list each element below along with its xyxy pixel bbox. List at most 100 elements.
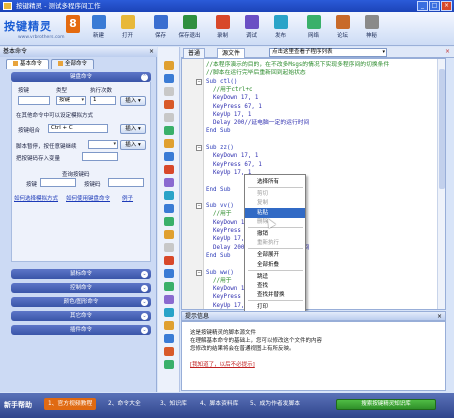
code-line[interactable]: KeyUp 17, 1: [182, 111, 445, 119]
tab-source-view[interactable]: 源文件: [217, 48, 246, 58]
scrollbar-thumb[interactable]: [439, 69, 445, 189]
code-line[interactable]: − Sub ww(): [182, 269, 445, 277]
code-line[interactable]: End Sub: [182, 186, 445, 194]
key-input[interactable]: [18, 96, 50, 105]
tool-icon-1[interactable]: [164, 74, 174, 83]
tool-icon-15[interactable]: [164, 256, 174, 265]
code-line[interactable]: KeyPress 67, 1: [182, 227, 445, 235]
knowledge-search-button[interactable]: 搜索按键精灵知识库: [336, 399, 436, 410]
tool-icon-5[interactable]: [164, 126, 174, 135]
tool-icon-22[interactable]: [164, 347, 174, 356]
tool-icon-23[interactable]: [164, 360, 174, 369]
tool-icon-8[interactable]: [164, 165, 174, 174]
tool-icon-10[interactable]: [164, 191, 174, 200]
code-line[interactable]: − Sub zz(): [182, 144, 445, 152]
tool-icon-18[interactable]: [164, 295, 174, 304]
tab-all-commands[interactable]: 全部命令: [51, 59, 95, 69]
tool-icon-11[interactable]: [164, 204, 174, 213]
code-line[interactable]: KeyDown 17, 1: [182, 219, 445, 227]
code-line[interactable]: KeyPress 67, 1: [182, 103, 445, 111]
toolbar-button-5[interactable]: 调试: [237, 14, 266, 44]
footer-tab-2[interactable]: 3、知识库: [156, 398, 191, 410]
code-line[interactable]: KeyUp 17, 1: [182, 169, 445, 177]
context-menu-item[interactable]: 查找并替换: [245, 290, 305, 300]
minimize-button[interactable]: _: [417, 1, 428, 11]
code-line[interactable]: KeyDown 17, 1: [182, 94, 445, 102]
code-line[interactable]: End Sub: [182, 252, 445, 260]
link-example[interactable]: 例子: [122, 194, 133, 202]
code-line[interactable]: − Sub ctl(): [182, 78, 445, 86]
code-line[interactable]: KeyUp 17, 1: [182, 302, 445, 309]
code-line[interactable]: Delay 200//延电脑一定的运行时间: [182, 119, 445, 127]
code-line[interactable]: //本程序演示的目的，在不改多Msgs的情况下实现多程序间的切换条件: [182, 61, 445, 69]
tool-icon-13[interactable]: [164, 230, 174, 239]
code-line[interactable]: KeyUp 17, 1: [182, 235, 445, 243]
insert-pause-button[interactable]: 插入 ▾: [120, 140, 146, 150]
code-line[interactable]: //用于ctrl+c: [182, 86, 445, 94]
code-line[interactable]: [182, 194, 445, 202]
footer-tab-3[interactable]: 4、脚本资料库: [196, 398, 242, 410]
editor-scrollbar[interactable]: [437, 59, 445, 309]
dismiss-hint-link[interactable]: [我知道了，以后不必提示]: [190, 360, 255, 368]
pause-key-select[interactable]: [88, 140, 118, 149]
insert-key-button[interactable]: 插入 ▾: [120, 96, 146, 106]
toolbar-button-0[interactable]: 新建: [84, 14, 113, 44]
query-key-input[interactable]: [40, 178, 76, 187]
subroutine-list-select[interactable]: 点击这里查看子程序列表: [269, 48, 387, 57]
key-variable-input[interactable]: [82, 152, 118, 161]
close-icon[interactable]: ×: [149, 47, 154, 57]
tab-normal-view[interactable]: 普通: [183, 48, 206, 58]
repeat-count-input[interactable]: 1: [90, 96, 116, 105]
code-line[interactable]: KeyPress 67, 1: [182, 161, 445, 169]
tool-icon-2[interactable]: [164, 87, 174, 96]
link-keyboard-help[interactable]: 如何使用键盘命令: [66, 194, 110, 202]
keyboard-commands-header[interactable]: 键盘命令 ⌃: [11, 72, 151, 82]
code-line[interactable]: [182, 177, 445, 185]
fold-toggle-icon[interactable]: −: [196, 78, 202, 85]
toolbar-button-1[interactable]: 打开: [113, 14, 142, 44]
tool-icon-4[interactable]: [164, 113, 174, 122]
fold-toggle-icon[interactable]: −: [196, 145, 202, 151]
context-menu-item[interactable]: 全部折叠: [245, 260, 305, 270]
footer-tab-4[interactable]: 5、成为作者发脚本: [246, 398, 304, 410]
tool-icon-9[interactable]: [164, 178, 174, 187]
toolbar-button-6[interactable]: 发布: [266, 14, 295, 44]
toolbar-button-2[interactable]: 保存: [146, 14, 175, 44]
fold-toggle-icon[interactable]: −: [196, 269, 202, 276]
tool-icon-21[interactable]: [164, 334, 174, 343]
key-type-select[interactable]: 按键: [56, 96, 86, 105]
code-line[interactable]: End Sub: [182, 127, 445, 135]
tool-icon-0[interactable]: [164, 61, 174, 70]
code-line[interactable]: [182, 260, 445, 268]
context-menu-item[interactable]: 选择所有: [245, 177, 305, 187]
code-line[interactable]: KeyDown 17, 1: [182, 152, 445, 160]
toolbar-button-8[interactable]: 论坛: [328, 14, 357, 44]
code-line[interactable]: [182, 136, 445, 144]
tool-icon-12[interactable]: [164, 217, 174, 226]
insert-combo-button[interactable]: 插入 ▾: [120, 124, 146, 134]
tool-icon-17[interactable]: [164, 282, 174, 291]
maximize-button[interactable]: □: [429, 1, 440, 11]
code-editor[interactable]: //本程序演示的目的，在不改多Msgs的情况下实现多程序间的切换条件//脚本在运…: [181, 58, 446, 310]
close-icon[interactable]: ×: [445, 48, 450, 55]
tool-icon-14[interactable]: [164, 243, 174, 252]
tab-basic-commands[interactable]: 基本命令: [6, 59, 50, 69]
tool-icon-6[interactable]: [164, 139, 174, 148]
fold-toggle-icon[interactable]: −: [196, 203, 202, 210]
command-group-2[interactable]: 颜色/图形命令 ⌄: [11, 297, 151, 307]
code-line[interactable]: KeyPress 67, 1: [182, 293, 445, 301]
command-group-0[interactable]: 鼠标命令 ⌄: [11, 269, 151, 279]
key-combo-input[interactable]: Ctrl + C: [48, 124, 108, 133]
tool-icon-3[interactable]: [164, 100, 174, 109]
command-group-3[interactable]: 其它命令 ⌄: [11, 311, 151, 321]
tool-icon-16[interactable]: [164, 269, 174, 278]
footer-tab-1[interactable]: 2、命令大全: [104, 398, 145, 410]
code-line[interactable]: //用于: [182, 210, 445, 218]
tool-icon-7[interactable]: [164, 152, 174, 161]
code-line[interactable]: KeyDown 17, 1: [182, 285, 445, 293]
tool-icon-20[interactable]: [164, 321, 174, 330]
link-simulate-mode[interactable]: 如何选择模拟方式: [14, 194, 58, 202]
code-line[interactable]: − Sub vv(): [182, 202, 445, 210]
command-group-4[interactable]: 插件命令 ⌄: [11, 325, 151, 335]
toolbar-button-7[interactable]: 网络: [299, 14, 328, 44]
